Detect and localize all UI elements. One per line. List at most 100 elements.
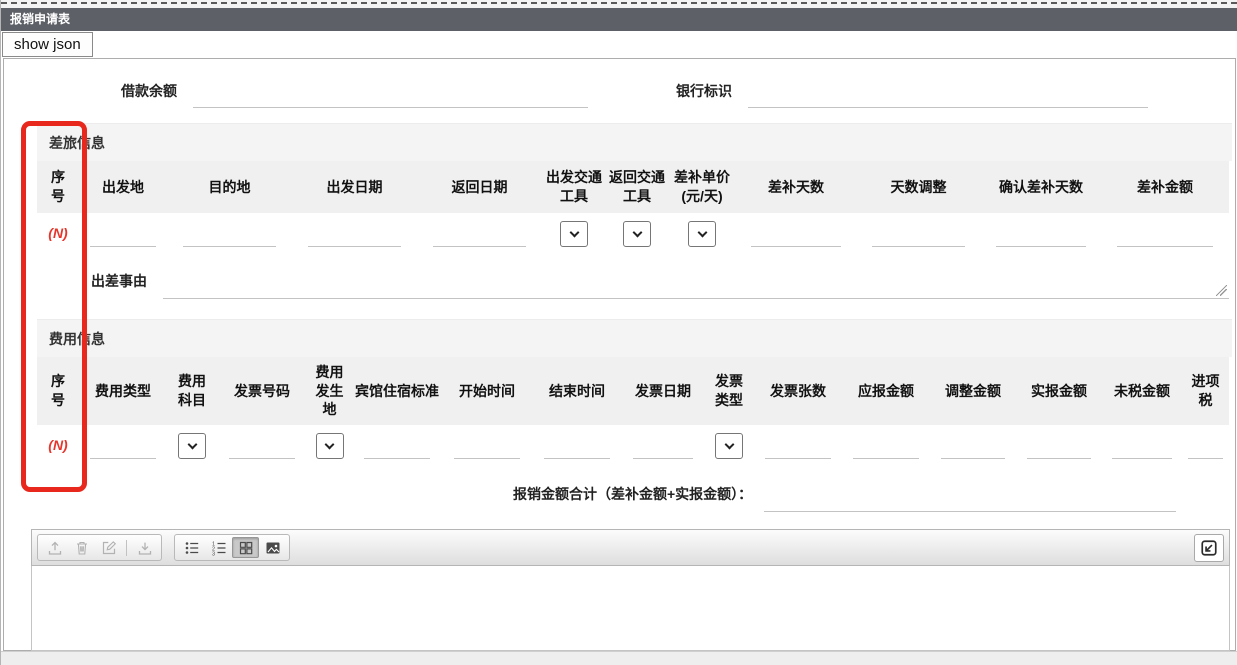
- column-header-travel-7: 差补单价(元/天): [668, 161, 736, 213]
- row-index-placeholder: (N): [48, 437, 68, 453]
- expense-cell-select-9[interactable]: [715, 433, 743, 459]
- expense-cell-input-8[interactable]: [632, 447, 694, 459]
- chevron-down-icon: [324, 439, 335, 449]
- column-header-travel-10: 确认差补天数: [981, 161, 1101, 213]
- travel-cell-select-5[interactable]: [560, 221, 588, 247]
- attachment-toolbar: 123: [31, 529, 1230, 566]
- travel-cell-input-10[interactable]: [996, 235, 1086, 247]
- expense-cell-select-2[interactable]: [178, 433, 206, 459]
- travel-cell-input-11[interactable]: [1117, 235, 1213, 247]
- expense-cell-input-7[interactable]: [543, 447, 611, 459]
- travel-cell-input-3[interactable]: [307, 235, 402, 247]
- travel-cell-select-7[interactable]: [688, 221, 716, 247]
- upload-icon: [47, 540, 63, 556]
- column-header-travel-6: 返回交通工具: [606, 161, 668, 213]
- travel-cell-input-2[interactable]: [182, 235, 277, 247]
- travel-template-row: (N): [37, 213, 1229, 255]
- loan-balance-label: 借款余额: [121, 83, 177, 99]
- bottom-strip: [1, 651, 1237, 665]
- expense-cell-input-14[interactable]: [1112, 447, 1172, 459]
- expense-cell-input-13[interactable]: [1027, 447, 1091, 459]
- column-header-travel-8: 差补天数: [736, 161, 856, 213]
- column-header-expense-8: 发票日期: [622, 357, 704, 425]
- column-header-expense-0: 序号: [37, 357, 79, 425]
- expense-cell-input-3[interactable]: [228, 447, 296, 459]
- image-button[interactable]: [259, 537, 286, 558]
- toolbar-separator: [126, 539, 127, 556]
- travel-table: 序号 出发地 目的地 出发日期 返回日期 出发交通工具 返回交通工具 差补单价(元/天) 差补天…: [37, 161, 1229, 255]
- expense-cell-input-15[interactable]: [1188, 447, 1223, 459]
- trip-reason-textarea[interactable]: [163, 279, 1229, 299]
- grid-view-icon: [238, 540, 254, 556]
- column-header-expense-11: 应报金额: [842, 357, 930, 425]
- loan-balance-input[interactable]: [193, 88, 588, 108]
- expense-cell-input-10[interactable]: [765, 447, 831, 459]
- expense-cell-input-11[interactable]: [853, 447, 919, 459]
- expense-cell-input-5[interactable]: [363, 447, 431, 459]
- expense-table: 序号 费用类型 费用科目 发票号码 费用发生地 宾馆住宿标准 开始时间 结束时间 发票日期 发票类…: [37, 357, 1229, 467]
- column-header-travel-2: 目的地: [167, 161, 292, 213]
- import-icon: [1200, 539, 1218, 557]
- textarea-resize-handle[interactable]: [1216, 285, 1227, 296]
- column-header-expense-4: 费用发生地: [307, 357, 352, 425]
- column-header-expense-1: 费用类型: [79, 357, 167, 425]
- svg-text:3: 3: [212, 551, 215, 556]
- column-header-travel-9: 天数调整: [856, 161, 981, 213]
- form-panel: 借款余额 银行标识 差旅信息 序号 出发地 目的地 出发日期 返回日期 出发交通工具 返回交…: [3, 58, 1236, 651]
- column-header-expense-12: 调整金额: [930, 357, 1016, 425]
- window-titlebar: 报销申请表: [1, 8, 1237, 31]
- expense-cell-select-4[interactable]: [315, 433, 344, 459]
- column-header-travel-4: 返回日期: [417, 161, 542, 213]
- view-button-group: 123: [174, 534, 290, 561]
- travel-cell-input-4[interactable]: [432, 235, 527, 247]
- total-amount-input[interactable]: [764, 492, 1177, 512]
- travel-cell-input-1[interactable]: [90, 235, 156, 247]
- column-header-expense-9: 发票类型: [704, 357, 754, 425]
- total-row: 报销金额合计（差补金额+实报金额）：: [37, 467, 1232, 521]
- chevron-down-icon: [569, 227, 579, 237]
- numbered-list-button[interactable]: 123: [205, 537, 232, 558]
- bank-id-label: 银行标识: [676, 83, 732, 99]
- expense-cell-input-1[interactable]: [90, 447, 156, 459]
- edit-icon: [101, 540, 117, 556]
- travel-cell-select-6[interactable]: [623, 221, 651, 247]
- trash-icon: [74, 540, 90, 556]
- bullet-list-button[interactable]: [178, 537, 205, 558]
- import-button[interactable]: [1194, 533, 1224, 562]
- total-amount-label: 报销金额合计（差补金额+实报金额）：: [513, 486, 753, 502]
- top-fields-row: 借款余额 银行标识: [37, 59, 1232, 123]
- column-header-expense-5: 宾馆住宿标准: [352, 357, 442, 425]
- grid-view-button[interactable]: [232, 537, 259, 558]
- column-header-travel-1: 出发地: [79, 161, 167, 213]
- expense-cell-input-12[interactable]: [941, 447, 1005, 459]
- column-header-expense-10: 发票张数: [754, 357, 842, 425]
- column-header-travel-11: 差补金额: [1101, 161, 1229, 213]
- column-header-expense-2: 费用科目: [167, 357, 217, 425]
- column-header-expense-6: 开始时间: [442, 357, 532, 425]
- attachment-area: 123: [31, 529, 1230, 651]
- bank-id-input[interactable]: [748, 88, 1148, 108]
- expense-section-title: 费用信息: [49, 331, 105, 347]
- column-header-expense-14: 未税金额: [1102, 357, 1182, 425]
- bullet-list-icon: [184, 540, 200, 556]
- travel-section-title: 差旅信息: [49, 135, 105, 151]
- expense-cell-input-6[interactable]: [453, 447, 521, 459]
- attachment-list-empty[interactable]: [31, 566, 1230, 651]
- column-header-expense-7: 结束时间: [532, 357, 622, 425]
- chevron-down-icon: [697, 227, 707, 237]
- chevron-down-icon: [632, 227, 642, 237]
- trash-button: [68, 537, 95, 558]
- show-json-button[interactable]: show json: [2, 32, 93, 57]
- column-header-travel-3: 出发日期: [292, 161, 417, 213]
- upload-button: [41, 537, 68, 558]
- travel-cell-input-8[interactable]: [751, 235, 841, 247]
- column-header-expense-3: 发票号码: [217, 357, 307, 425]
- expense-section-header: 费用信息: [37, 319, 1232, 357]
- chevron-down-icon: [724, 439, 734, 449]
- chevron-down-icon: [187, 439, 197, 449]
- page-title: 报销申请表: [10, 12, 71, 26]
- edit-button: [95, 537, 122, 558]
- travel-section-header: 差旅信息: [37, 123, 1232, 161]
- travel-cell-input-9[interactable]: [871, 235, 966, 247]
